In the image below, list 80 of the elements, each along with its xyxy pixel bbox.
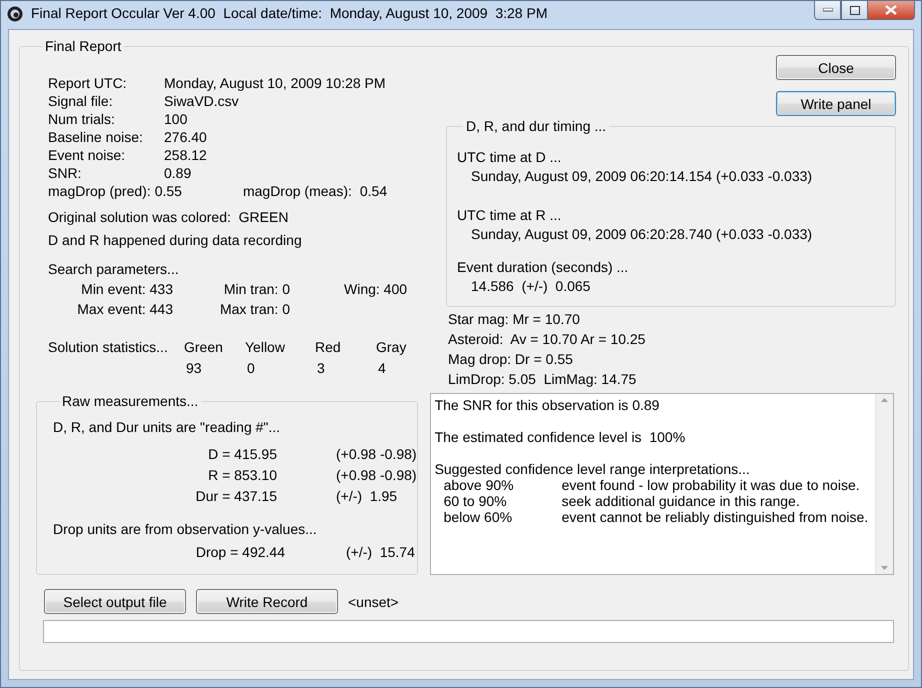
- output-field[interactable]: [43, 620, 894, 643]
- minimize-button[interactable]: [814, 1, 841, 20]
- field-label: magDrop (pred):: [48, 182, 151, 200]
- measurement-error: (+/-) 1.95: [336, 487, 398, 506]
- column-heading: Yellow: [245, 338, 286, 357]
- window-title: Final Report Occular Ver 4.00 Local date/time: Monday, August 10, 2009 3:28 PM: [31, 5, 548, 21]
- measurement-error: (+/-) 15.74: [346, 543, 416, 562]
- solution-note: D and R happened during data recording: [48, 231, 303, 249]
- field-label: magDrop (meas):: [242, 182, 352, 200]
- stat-count: 0: [246, 359, 256, 378]
- section-title: Search parameters...: [48, 261, 179, 277]
- write-record-button[interactable]: Write Record: [196, 589, 338, 614]
- timing-heading: Event duration (seconds) ...: [457, 258, 630, 277]
- field-value: Monday, August 10, 2009 10:28 PM: [164, 74, 387, 92]
- field-value: 0.89: [164, 164, 192, 182]
- close-button[interactable]: Close: [776, 55, 896, 80]
- field-value: SiwaVD.csv: [164, 92, 240, 110]
- search-parameter: Max tran: 0: [218, 300, 290, 319]
- group-title: D, R, and dur timing ...: [465, 118, 608, 134]
- report-text-box[interactable]: [430, 393, 894, 575]
- timing-value: Sunday, August 09, 2009 06:20:14.154 (+0.033 -0.033): [470, 167, 814, 186]
- column-heading: Gray: [376, 338, 408, 357]
- field-value: 100: [164, 110, 188, 128]
- timing-heading: UTC time at R ...: [457, 206, 562, 225]
- magnitude-line: Star mag: Mr = 10.70: [448, 310, 581, 329]
- write-panel-button[interactable]: Write panel: [776, 91, 896, 116]
- field-label: Report UTC:: [48, 74, 128, 92]
- magnitude-line: Mag drop: Dr = 0.55: [448, 350, 574, 369]
- magnitude-line: LimDrop: 5.05 LimMag: 14.75: [448, 370, 638, 389]
- confidence-range: above 90%: [442, 477, 515, 493]
- confidence-range: below 60%: [442, 509, 514, 525]
- text-line: The estimated confidence level is 100%: [434, 429, 686, 445]
- minimize-icon: [822, 8, 832, 12]
- output-file-path: <unset>: [348, 594, 399, 610]
- timing-heading: UTC time at D ...: [457, 148, 562, 167]
- magnitude-line: Asteroid: Av = 10.70 Ar = 10.25: [448, 330, 646, 349]
- maximize-icon: [850, 6, 860, 14]
- search-parameter: Max event: 443: [76, 300, 173, 319]
- text-line: Suggested confidence level range interpretations...: [434, 461, 751, 477]
- units-note: D, R, and Dur units are "reading #"...: [53, 419, 282, 435]
- range-meaning: seek additional guidance in this range.: [562, 493, 801, 509]
- measurement-value: D = 415.95: [207, 445, 277, 464]
- solution-note: Original solution was colored: GREEN: [48, 208, 290, 226]
- close-window-button[interactable]: [868, 1, 915, 20]
- field-label: SNR:: [48, 164, 82, 182]
- select-output-file-button[interactable]: Select output file: [44, 589, 186, 614]
- text-line: The SNR for this observation is 0.89: [434, 397, 660, 413]
- group-title: Final Report: [44, 38, 122, 54]
- confidence-range: 60 to 90%: [442, 493, 508, 509]
- range-meaning: event found - low probability it was due to noise.: [562, 477, 861, 493]
- measurement-error: (+0.98 -0.98): [336, 466, 417, 485]
- field-label: Num trials:: [48, 110, 116, 128]
- field-value: 0.54: [360, 182, 388, 200]
- maximize-button[interactable]: [841, 1, 868, 20]
- group-title: Raw measurements...: [61, 393, 200, 409]
- stat-count: 4: [377, 359, 387, 378]
- field-label: Baseline noise:: [48, 128, 144, 146]
- field-value: 0.55: [154, 182, 182, 200]
- close-icon: [885, 5, 897, 15]
- column-heading: Green: [184, 338, 224, 357]
- app-icon: [7, 6, 23, 22]
- measurement-value: Dur = 437.15: [194, 487, 277, 506]
- field-value: 258.12: [164, 146, 208, 164]
- measurement-error: (+0.98 -0.98): [336, 445, 417, 464]
- column-heading: Red: [315, 338, 342, 357]
- field-label: Signal file:: [48, 92, 114, 110]
- timing-value: Sunday, August 09, 2009 06:20:28.740 (+0.033 -0.033): [470, 225, 814, 244]
- search-parameter: Wing: 400: [343, 280, 408, 299]
- section-title: Solution statistics...: [48, 338, 169, 357]
- field-label: Event noise:: [48, 146, 126, 164]
- measurement-value: R = 853.10: [207, 466, 277, 485]
- field-value: 276.40: [164, 128, 208, 146]
- units-note: Drop units are from observation y-values...: [53, 521, 318, 537]
- range-meaning: event cannot be reliably distinguished from noise.: [562, 509, 870, 525]
- stat-count: 93: [185, 359, 203, 378]
- timing-value: 14.586 (+/-) 0.065: [470, 277, 592, 296]
- search-parameter: Min tran: 0: [222, 280, 290, 299]
- search-parameter: Min event: 433: [80, 280, 173, 299]
- measurement-value: Drop = 492.44: [194, 543, 285, 562]
- stat-count: 3: [316, 359, 326, 378]
